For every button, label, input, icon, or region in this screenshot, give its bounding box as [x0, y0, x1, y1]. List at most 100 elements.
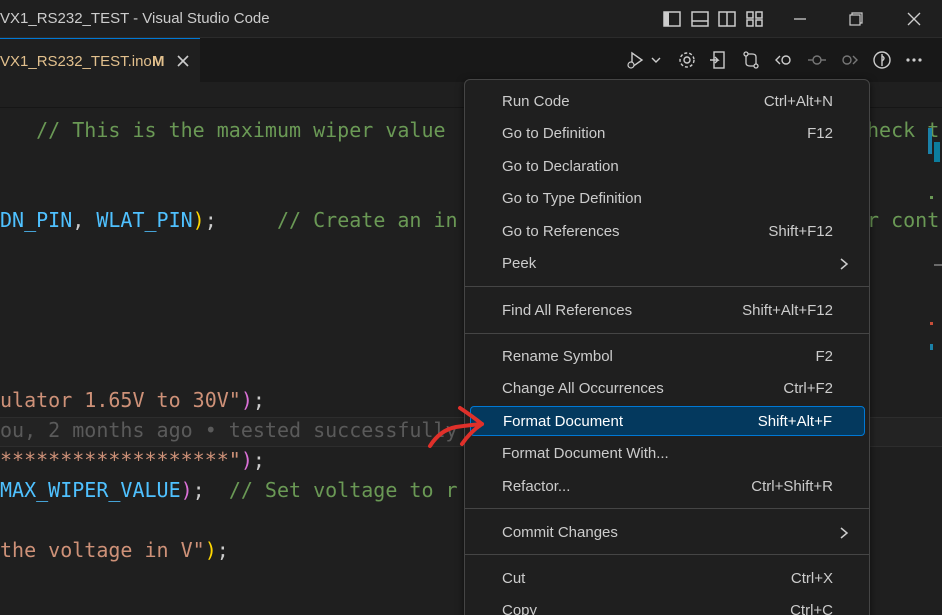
more-actions-icon[interactable]	[904, 50, 924, 70]
gear-icon[interactable]	[677, 50, 697, 70]
code-comment: // Set voltage to r	[228, 478, 458, 502]
code-identifier: WLAT_PIN	[96, 208, 193, 232]
code-identifier: MAX_WIPER_VALUE	[0, 478, 181, 502]
code-line-5: MAX_WIPER_VALUE); // Set voltage to r	[0, 475, 458, 505]
red-arrow-icon	[426, 400, 486, 452]
code-punct: ;	[192, 478, 205, 502]
menu-item-shortcut: Shift+Alt+F12	[742, 302, 833, 319]
toggle-panel-icon[interactable]	[690, 9, 710, 29]
menu-item-label: Format Document With...	[502, 445, 669, 462]
menu-item-go-to-references[interactable]: Go to References Shift+F12	[470, 217, 865, 247]
run-debug-icon[interactable]	[626, 50, 646, 70]
code-string: ulator 1.65V to 30V"	[0, 388, 241, 412]
menu-item-go-to-type-definition[interactable]: Go to Type Definition	[470, 184, 865, 214]
code-identifier: DN_PIN	[0, 208, 73, 232]
tab-vx1-rs232-test[interactable]: VX1_RS232_TEST.ino M	[0, 38, 200, 82]
go-forward-icon[interactable]	[839, 50, 859, 70]
code-punct: ;	[252, 448, 265, 472]
menu-item-label: Cut	[502, 570, 526, 587]
minimize-icon[interactable]	[777, 0, 823, 38]
overview-ruler-mark	[934, 264, 942, 266]
menu-item-commit-changes[interactable]: Commit Changes	[470, 518, 865, 548]
code-punct: ;	[252, 388, 265, 412]
menu-item-label: Peek	[502, 255, 537, 272]
code-bracket: )	[240, 388, 253, 412]
close-icon[interactable]	[891, 0, 937, 38]
source-control-compare-icon[interactable]	[741, 50, 761, 70]
menu-item-format-document[interactable]: Format Document Shift+Alt+F	[470, 406, 865, 436]
menu-item-change-all-occurrences[interactable]: Change All Occurrences Ctrl+F2	[470, 374, 865, 404]
menu-separator	[465, 333, 869, 334]
menu-item-shortcut: Shift+F12	[768, 223, 833, 240]
menu-item-format-document-with[interactable]: Format Document With...	[470, 439, 865, 469]
editor-context-menu: Run Code Ctrl+Alt+N Go to Definition F12…	[464, 79, 870, 615]
code-bracket: )	[204, 538, 217, 562]
code-bracket: )	[192, 208, 205, 232]
menu-item-rename-symbol[interactable]: Rename Symbol F2	[470, 342, 865, 372]
chevron-down-icon[interactable]	[650, 50, 662, 70]
code-line-4: *******************");	[0, 445, 265, 475]
menu-item-label: Find All References	[502, 302, 633, 319]
code-line-1: // This is the maximum wiper value heck t	[0, 115, 939, 145]
restore-icon[interactable]	[833, 0, 879, 38]
chevron-right-icon	[837, 525, 851, 541]
menu-item-shortcut: F2	[815, 348, 833, 365]
code-line-2: DN_PIN, WLAT_PIN); // Create an in r cont	[0, 205, 939, 235]
menu-item-label: Rename Symbol	[502, 348, 613, 365]
toggle-secondary-sidebar-icon[interactable]	[717, 9, 737, 29]
menu-item-go-to-declaration[interactable]: Go to Declaration	[470, 152, 865, 182]
git-blame-annotation: ou, 2 months ago • tested successfully	[0, 418, 458, 442]
code-string: the voltage in V"	[0, 538, 205, 562]
menu-separator	[465, 286, 869, 287]
tab-close-icon[interactable]	[175, 53, 191, 69]
code-comment: // Create an in	[276, 208, 458, 232]
overview-ruler-mark	[930, 344, 933, 350]
menu-item-shortcut: Ctrl+C	[790, 602, 833, 615]
menu-item-label: Go to Definition	[502, 125, 606, 142]
code-punct: ;	[204, 208, 217, 232]
menu-item-label: Go to References	[502, 223, 620, 240]
menu-item-label: Commit Changes	[502, 524, 618, 541]
menu-item-shortcut: Ctrl+Shift+R	[751, 478, 833, 495]
window-title: VX1_RS232_TEST - Visual Studio Code	[0, 10, 270, 27]
menu-item-refactor[interactable]: Refactor... Ctrl+Shift+R	[470, 472, 865, 502]
code-punct: ,	[72, 208, 97, 232]
overview-ruler-mark	[928, 128, 932, 154]
menu-item-cut[interactable]: Cut Ctrl+X	[470, 564, 865, 594]
customize-layout-icon[interactable]	[745, 9, 765, 29]
menu-item-shortcut: Ctrl+X	[790, 570, 833, 587]
menu-separator	[465, 554, 869, 555]
chevron-right-icon	[837, 256, 851, 272]
code-bracket: )	[180, 478, 193, 502]
serial-monitor-icon[interactable]	[872, 50, 892, 70]
code-string: *******************"	[0, 448, 241, 472]
code-line-3: ulator 1.65V to 30V");	[0, 385, 265, 415]
menu-item-shortcut: Ctrl+Alt+N	[763, 93, 833, 110]
menu-item-peek[interactable]: Peek	[470, 249, 865, 279]
menu-item-run-code[interactable]: Run Code Ctrl+Alt+N	[470, 87, 865, 117]
menu-item-shortcut: Shift+Alt+F	[757, 413, 832, 430]
menu-item-label: Copy	[502, 602, 538, 615]
menu-item-label: Go to Declaration	[502, 158, 619, 175]
timeline-icon[interactable]	[807, 50, 827, 70]
overview-ruler-mark	[934, 142, 940, 162]
editor-tab-bar: VX1_RS232_TEST.ino M	[0, 38, 942, 82]
menu-item-copy[interactable]: Copy Ctrl+C	[470, 596, 865, 615]
menu-item-label: Refactor...	[502, 478, 571, 495]
upload-icon[interactable]	[708, 50, 728, 70]
menu-item-label: Run Code	[502, 93, 570, 110]
code-comment-tail: r cont	[867, 208, 940, 232]
go-back-icon[interactable]	[774, 50, 794, 70]
code-line-6: the voltage in V");	[0, 535, 229, 565]
menu-item-label: Change All Occurrences	[502, 380, 664, 397]
menu-item-find-all-references[interactable]: Find All References Shift+Alt+F12	[470, 296, 865, 326]
toggle-primary-sidebar-icon[interactable]	[662, 9, 682, 29]
menu-item-label: Format Document	[503, 413, 624, 430]
overview-ruler-mark	[930, 322, 933, 325]
modified-badge: M	[152, 53, 165, 70]
menu-item-label: Go to Type Definition	[502, 190, 642, 207]
code-comment: // This is the maximum wiper value	[36, 118, 446, 142]
menu-item-go-to-definition[interactable]: Go to Definition F12	[470, 119, 865, 149]
